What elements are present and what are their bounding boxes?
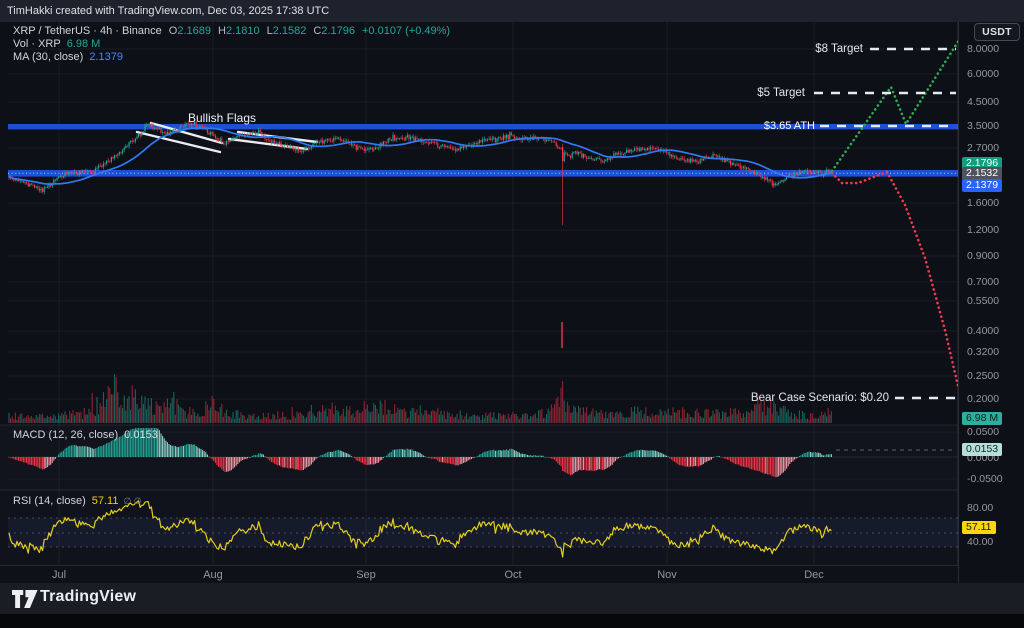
symbol-legend: XRP / TetherUS · 4h · BinanceO2.1689H2.1… <box>13 25 450 64</box>
footer-strip: TradingView <box>0 583 1024 614</box>
attribution-text: TimHakki created with TradingView.com, D… <box>7 5 329 17</box>
price-tick-label: 3.5000 <box>967 120 999 132</box>
volume-value: 6.98 M <box>67 38 101 50</box>
target-5-label[interactable]: $5 Target <box>757 87 805 99</box>
price-badge: 6.98 M <box>962 412 1002 425</box>
price-tick-label: 1.6000 <box>967 197 999 209</box>
volume-label[interactable]: Vol · XRP <box>13 38 61 50</box>
price-tick-label: 0.5500 <box>967 295 999 307</box>
price-badge: 2.1532 <box>962 167 1002 180</box>
price-badge: 2.1379 <box>962 179 1002 192</box>
high-label: H <box>218 25 226 37</box>
price-tick-label: -0.0500 <box>967 473 1003 485</box>
price-tick-label: 0.2000 <box>967 393 999 405</box>
time-tick-label: Oct <box>491 569 535 581</box>
chart-canvas[interactable] <box>0 0 1024 628</box>
tradingview-logo-icon[interactable] <box>12 589 38 609</box>
low-value: 2.1582 <box>273 25 307 37</box>
price-tick-label: 40.00 <box>967 536 993 548</box>
time-tick-label: Aug <box>191 569 235 581</box>
price-tick-label: 0.7000 <box>967 276 999 288</box>
ma-label[interactable]: MA (30, close) <box>13 51 83 63</box>
price-axis[interactable]: 8.0000 6.0000 4.5000 3.5000 2.7000 1.6000 1.20… <box>958 22 1024 583</box>
rsi-label[interactable]: RSI (14, close) <box>13 495 86 507</box>
price-tick-label: 0.3200 <box>967 346 999 358</box>
price-tick-label: 4.5000 <box>967 96 999 108</box>
price-tick-label: 0.4000 <box>967 325 999 337</box>
bear-case-label[interactable]: Bear Case Scenario: $0.20 <box>751 392 889 404</box>
time-tick-label: Sep <box>344 569 388 581</box>
price-badge: 0.0153 <box>962 443 1002 456</box>
tradingview-chart-export: TimHakki created with TradingView.com, D… <box>0 0 1024 628</box>
ath-label[interactable]: $3.65 ATH <box>764 120 815 132</box>
time-axis[interactable]: JulAugSepOctNovDec2026 <box>0 565 1024 584</box>
ma-legend-row: MA (30, close) 2.1379 <box>13 51 450 64</box>
tradingview-wordmark[interactable]: TradingView <box>40 588 136 606</box>
time-tick-label: Dec <box>792 569 836 581</box>
high-value: 2.1810 <box>226 25 260 37</box>
attribution-bar: TimHakki created with TradingView.com, D… <box>0 0 1024 22</box>
rsi-legend: RSI (14, close) 57.11 ∅ ∅ <box>13 495 142 507</box>
price-tick-label: 8.0000 <box>967 43 999 55</box>
price-tick-label: 0.9000 <box>967 250 999 262</box>
price-tick-label: 80.00 <box>967 502 993 514</box>
close-value: 2.1796 <box>321 25 355 37</box>
price-tick-label: 2.7000 <box>967 142 999 154</box>
price-tick-label: 0.0500 <box>967 426 999 438</box>
price-tick-label: 1.2000 <box>967 224 999 236</box>
rsi-value: 57.11 <box>92 495 119 507</box>
price-tick-label: 0.2500 <box>967 370 999 382</box>
symbol-legend-row: XRP / TetherUS · 4h · BinanceO2.1689H2.1… <box>13 25 450 38</box>
price-badge: 57.11 <box>962 521 996 534</box>
ma-value: 2.1379 <box>89 51 123 63</box>
price-tick-label: 6.0000 <box>967 68 999 80</box>
macd-label[interactable]: MACD (12, 26, close) <box>13 429 118 441</box>
open-value: 2.1689 <box>177 25 211 37</box>
bottom-letterbox <box>0 614 1024 628</box>
time-tick-label: Nov <box>645 569 689 581</box>
time-tick-label: Jul <box>37 569 81 581</box>
target-8-label[interactable]: $8 Target <box>815 43 863 55</box>
bullish-flags-annotation[interactable]: Bullish Flags <box>188 111 256 125</box>
macd-legend: MACD (12, 26, close) 0.0153 <box>13 429 158 441</box>
rsi-empty-slots: ∅ ∅ <box>123 496 141 506</box>
macd-value: 0.0153 <box>124 429 158 441</box>
change-value: +0.0107 (+0.49%) <box>362 25 450 37</box>
currency-toggle-button[interactable]: USDT <box>974 23 1020 41</box>
volume-legend-row: Vol · XRP 6.98 M <box>13 38 450 51</box>
symbol-title[interactable]: XRP / TetherUS · 4h · Binance <box>13 25 162 37</box>
